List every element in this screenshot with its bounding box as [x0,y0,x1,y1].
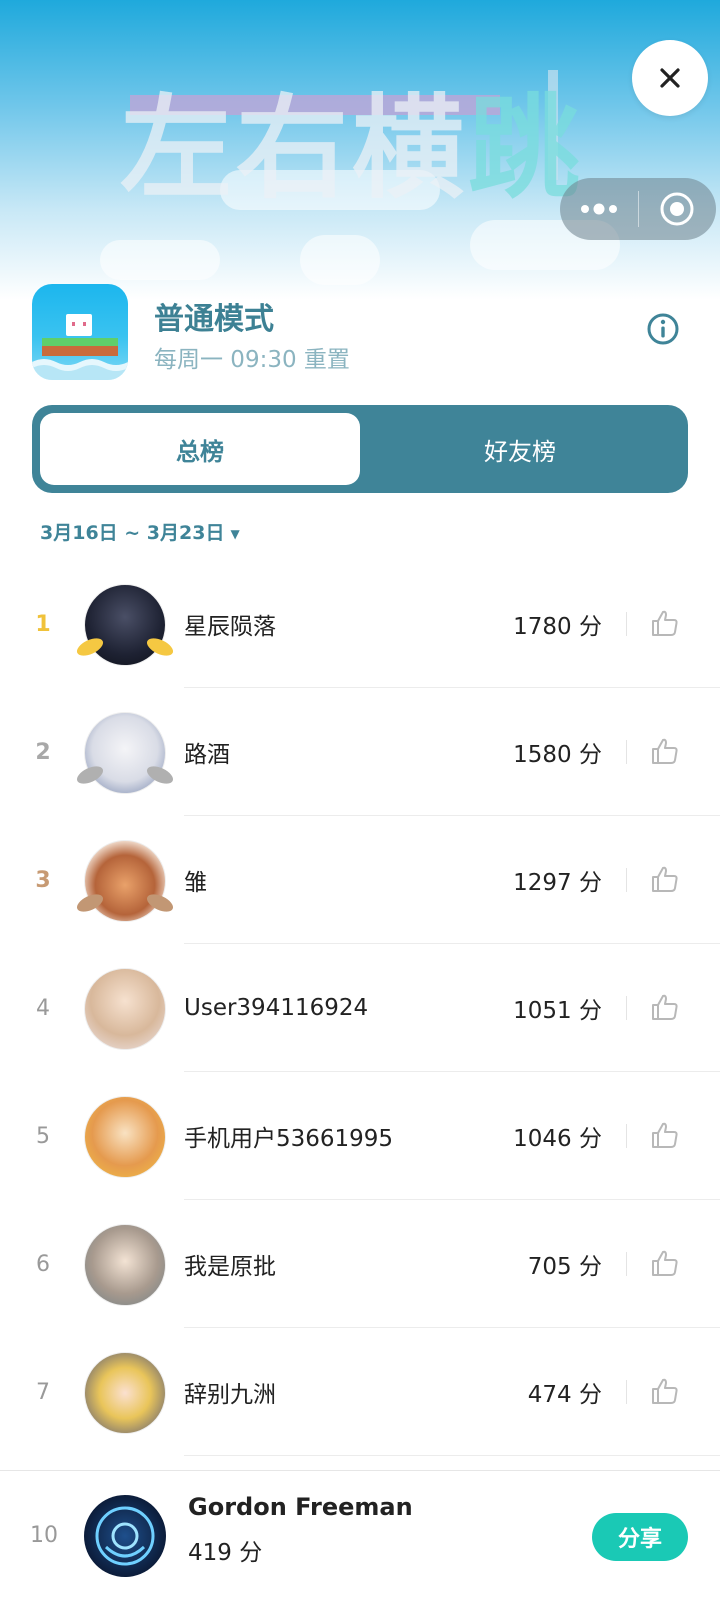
thumbs-up-icon[interactable] [650,864,680,894]
target-circle-icon [660,192,694,226]
thumbs-up-icon[interactable] [650,992,680,1022]
tab-friends[interactable]: 好友榜 [360,413,680,485]
ranking-row: 5 手机用户53661995 1046 分 [0,1072,720,1200]
player-name: 雏 [184,870,207,896]
player-score: 474 分 [527,1382,602,1408]
row-divider [184,1455,720,1456]
row-separator [626,868,627,892]
thumbs-up-icon[interactable] [650,1248,680,1278]
rank-number: 6 [36,1251,50,1277]
player-name: User394116924 [184,995,369,1021]
info-icon[interactable] [646,312,680,346]
game-app-icon [32,284,128,380]
ranking-row: 4 User394116924 1051 分 [0,944,720,1072]
thumbs-up-icon[interactable] [650,608,680,638]
game-banner: 左右横跳 [0,0,720,300]
avatar[interactable] [84,1352,166,1434]
capsule-exit-button[interactable] [639,178,717,240]
thumbs-up-icon[interactable] [650,1120,680,1150]
date-range-text: 3月16日 ~ 3月23日 [40,522,225,544]
rank-number: 3 [35,867,51,893]
my-score: 419 分 [188,1540,263,1566]
more-dots-icon [580,203,617,215]
ranking-row: 7 辞别九洲 474 分 [0,1328,720,1456]
reset-schedule-text: 每周一 09:30 重置 [154,347,350,373]
banner-title-main: 左右横 [120,84,468,214]
rank-number: 4 [36,995,50,1021]
my-name: Gordon Freeman [188,1493,413,1521]
avatar[interactable] [84,968,166,1050]
player-name: 辞别九洲 [184,1382,276,1408]
my-avatar[interactable] [84,1495,166,1577]
avatar[interactable] [84,1096,166,1178]
player-name: 路酒 [184,742,230,768]
close-button[interactable] [632,40,708,116]
player-score: 1780 分 [513,614,602,640]
ranking-row: 3 雏 1297 分 [0,816,720,944]
caret-down-icon: ▼ [230,526,240,541]
player-name: 我是原批 [184,1254,276,1280]
banner-title: 左右横跳 [120,58,584,220]
avatar[interactable] [74,840,176,922]
row-separator [626,740,627,764]
mode-header: 普通模式 每周一 09:30 重置 [32,284,692,382]
date-range-selector[interactable]: 3月16日 ~ 3月23日 ▼ [40,518,240,545]
rank-number: 7 [36,1379,50,1405]
row-separator [626,1124,627,1148]
row-separator [626,996,627,1020]
rank-number: 1 [35,611,51,637]
mini-program-capsule [560,178,716,240]
avatar[interactable] [74,584,176,666]
player-score: 1046 分 [513,1126,602,1152]
my-rank-number: 10 [30,1522,58,1548]
mode-title: 普通模式 [154,302,274,337]
ranking-row: 6 我是原批 705 分 [0,1200,720,1328]
player-score: 705 分 [527,1254,602,1280]
row-separator [626,1380,627,1404]
row-separator [626,612,627,636]
close-icon [660,68,680,88]
player-score: 1297 分 [513,870,602,896]
row-separator [626,1252,627,1276]
ranking-list: 1 星辰陨落 1780 分 2 路酒 1580 分 3 雏 1297 分 4 U… [0,560,720,1456]
thumbs-up-icon[interactable] [650,1376,680,1406]
ranking-row: 1 星辰陨落 1780 分 [0,560,720,688]
avatar[interactable] [74,712,176,794]
player-name: 星辰陨落 [184,614,276,640]
rank-number: 2 [35,739,51,765]
player-name: 手机用户53661995 [184,1126,394,1152]
my-rank-bar: 10 Gordon Freeman 419 分 分享 [0,1470,720,1600]
player-score: 1580 分 [513,742,602,768]
more-button[interactable] [560,178,638,240]
thumbs-up-icon[interactable] [650,736,680,766]
rank-number: 5 [36,1123,50,1149]
leaderboard-tabs: 总榜 好友榜 [32,405,688,493]
share-button[interactable]: 分享 [592,1513,688,1561]
player-score: 1051 分 [513,998,602,1024]
tab-overall[interactable]: 总榜 [40,413,360,485]
avatar[interactable] [84,1224,166,1306]
ranking-row: 2 路酒 1580 分 [0,688,720,816]
